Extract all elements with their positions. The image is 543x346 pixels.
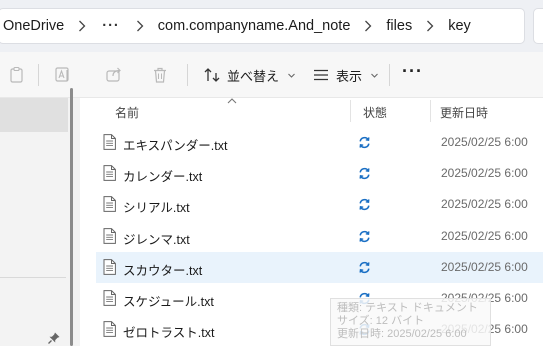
column-header-status[interactable]: 状態	[363, 104, 387, 121]
file-tooltip: 種類: テキスト ドキュメント サイズ: 12 バイト 更新日時: 2025/0…	[330, 298, 491, 346]
sync-status-icon	[359, 261, 370, 273]
breadcrumb[interactable]: OneDrive ··· com.companyname.And_note fi…	[0, 8, 525, 44]
tooltip-size: サイズ: 12 バイト	[337, 315, 425, 327]
breadcrumb-files[interactable]: files	[382, 18, 416, 34]
view-list-icon	[314, 69, 328, 81]
chevron-right-icon[interactable]	[354, 16, 382, 36]
text-file-icon	[103, 258, 116, 275]
chevron-down-icon	[371, 73, 378, 78]
sync-status-icon	[359, 230, 370, 242]
breadcrumb-app-folder[interactable]: com.companyname.And_note	[154, 18, 355, 34]
column-headers: 名前 状態 更新日時	[80, 98, 543, 124]
breadcrumb-overflow-button[interactable]: ···	[96, 18, 126, 34]
file-row[interactable]: カレンダー.txt 2025/02/25 6:00	[96, 158, 543, 189]
text-file-icon	[103, 134, 116, 150]
text-file-icon	[103, 321, 116, 338]
command-bar: 並べ替え 表示 ···	[0, 52, 543, 98]
view-button[interactable]: 表示	[312, 63, 379, 87]
file-modified-date: 2025/02/25 6:00	[441, 228, 528, 243]
tooltip-type: 種類: テキスト ドキュメント	[337, 302, 478, 314]
column-divider[interactable]	[430, 100, 431, 122]
column-divider[interactable]	[350, 100, 351, 122]
file-row[interactable]: エキスパンダー.txt 2025/02/25 6:00	[96, 127, 543, 158]
file-name[interactable]: カレンダー.txt	[123, 166, 202, 185]
file-modified-date: 2025/02/25 6:00	[441, 197, 528, 212]
tooltip-modified: 更新日時: 2025/02/25 6:00	[337, 328, 467, 340]
file-modified-date: 2025/02/25 6:00	[441, 166, 528, 181]
file-row[interactable]: ジレンマ.txt 2025/02/25 6:00	[96, 221, 543, 252]
chevron-right-icon[interactable]	[68, 16, 96, 36]
chevron-right-icon[interactable]	[416, 16, 444, 36]
chevron-right-icon[interactable]	[126, 16, 154, 36]
sync-status-icon	[359, 168, 370, 180]
file-row[interactable]: シリアル.txt 2025/02/25 6:00	[96, 189, 543, 220]
navigation-pane	[0, 98, 78, 346]
view-label: 表示	[336, 68, 363, 84]
breadcrumb-onedrive[interactable]: OneDrive	[0, 18, 68, 34]
column-header-name[interactable]: 名前	[115, 104, 139, 121]
column-header-modified[interactable]: 更新日時	[440, 104, 488, 121]
file-name[interactable]: スケジュール.txt	[123, 291, 214, 310]
delete-icon[interactable]	[150, 65, 170, 85]
address-bar: OneDrive ··· com.companyname.And_note fi…	[0, 0, 543, 52]
text-file-icon	[103, 196, 116, 213]
file-modified-date: 2025/02/25 6:00	[441, 259, 528, 274]
search-box-edge[interactable]	[533, 8, 543, 44]
pin-icon[interactable]	[47, 331, 61, 345]
toolbar-divider	[389, 64, 390, 86]
sort-label: 並べ替え	[227, 68, 280, 84]
toolbar-divider	[38, 64, 39, 86]
chevron-down-icon	[288, 73, 295, 78]
sort-button[interactable]: 並べ替え	[203, 63, 296, 87]
share-icon[interactable]	[104, 65, 124, 85]
sync-status-icon	[359, 136, 370, 149]
toolbar-divider	[187, 64, 188, 86]
text-file-icon	[103, 165, 116, 182]
file-modified-date: 2025/02/25 6:00	[441, 135, 528, 149]
nav-scrollbar[interactable]	[70, 88, 73, 346]
paste-icon[interactable]	[7, 65, 27, 85]
rename-icon[interactable]	[53, 65, 73, 85]
file-name[interactable]: スカウター.txt	[123, 260, 202, 279]
sync-status-icon	[359, 199, 370, 211]
file-name[interactable]: ゼロトラスト.txt	[123, 322, 214, 341]
sort-icon	[204, 68, 220, 82]
file-name[interactable]: シリアル.txt	[123, 197, 190, 216]
breadcrumb-key[interactable]: key	[444, 18, 475, 34]
more-options-button[interactable]: ···	[402, 62, 426, 84]
file-name[interactable]: エキスパンダー.txt	[123, 135, 227, 154]
text-file-icon	[103, 290, 116, 306]
nav-divider	[0, 277, 66, 278]
file-row[interactable]: スカウター.txt 2025/02/25 6:00	[96, 251, 543, 283]
nav-selected-item[interactable]	[0, 98, 68, 132]
text-file-icon	[103, 227, 116, 244]
file-name[interactable]: ジレンマ.txt	[123, 229, 190, 248]
